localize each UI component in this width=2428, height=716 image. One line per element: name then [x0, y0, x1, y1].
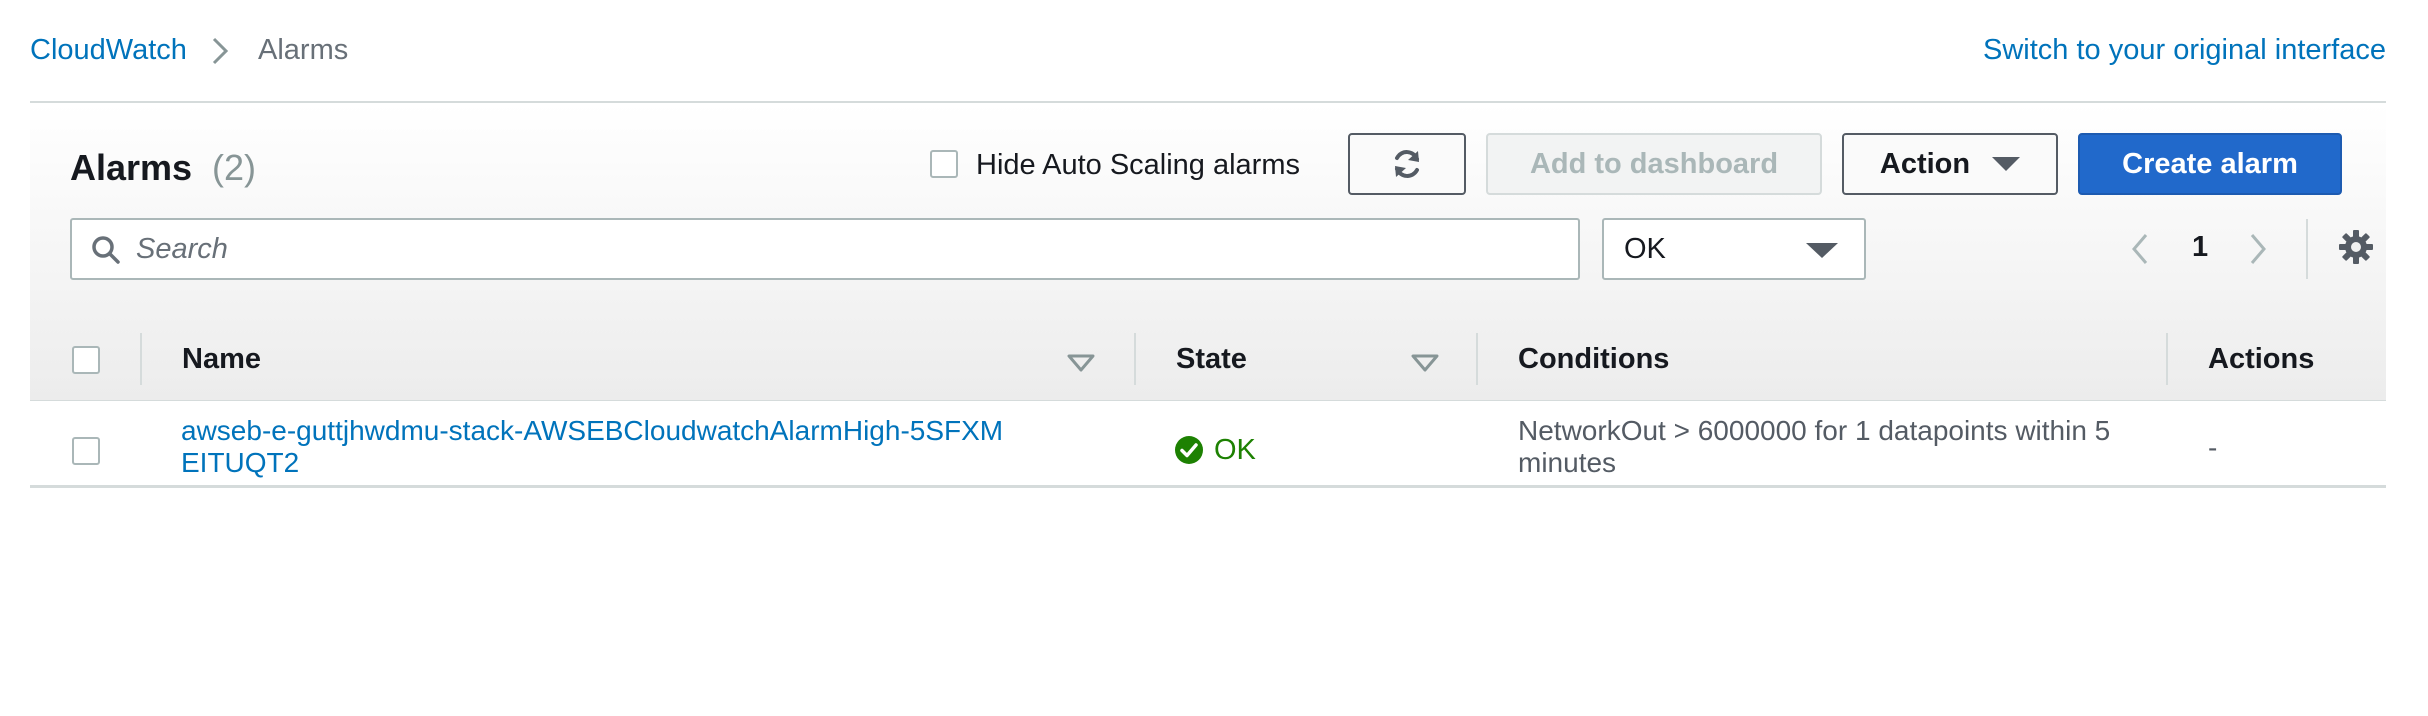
sort-down-icon[interactable]	[1066, 353, 1096, 373]
status-ok-icon	[1175, 436, 1203, 464]
alarm-actions: -	[2208, 432, 2218, 463]
add-to-dashboard-button[interactable]: Add to dashboard	[1486, 133, 1822, 195]
caret-down-icon	[1806, 243, 1838, 258]
action-label: Action	[1879, 147, 1971, 180]
page-title: Alarms	[70, 147, 193, 188]
column-divider	[2166, 333, 2168, 385]
action-dropdown-button[interactable]: Action	[1842, 133, 2058, 195]
switch-interface-link[interactable]: Switch to your original interface	[1983, 30, 2386, 70]
state-filter-value: OK	[1624, 233, 1666, 265]
search-field[interactable]	[70, 218, 1580, 280]
alarm-name-link[interactable]: awseb-e-guttjhwdmu-stack-AWSEBCloudwatch…	[181, 415, 1021, 479]
search-icon	[92, 236, 120, 264]
gear-icon[interactable]	[2338, 229, 2374, 265]
select-all-checkbox[interactable]	[72, 346, 100, 374]
alarm-state-text: OK	[1214, 434, 1256, 466]
caret-down-icon	[1992, 157, 2021, 171]
search-input[interactable]	[136, 228, 1556, 270]
page-number[interactable]: 1	[2192, 227, 2208, 267]
alarm-state: OK	[1174, 430, 1256, 470]
create-alarm-button[interactable]: Create alarm	[2078, 133, 2342, 195]
chevron-left-icon[interactable]	[2124, 229, 2156, 269]
alarm-count: (2)	[212, 147, 256, 188]
hide-autoscaling-checkbox[interactable]	[930, 150, 958, 178]
state-filter-select[interactable]: OK	[1602, 218, 1866, 280]
column-header-name[interactable]: Name	[182, 339, 261, 379]
chevron-right-icon[interactable]	[2242, 229, 2274, 269]
hide-autoscaling-label[interactable]: Hide Auto Scaling alarms	[976, 146, 1300, 184]
row-checkbox[interactable]	[72, 437, 100, 465]
column-header-actions: Actions	[2208, 343, 2315, 375]
refresh-button[interactable]	[1348, 133, 1466, 195]
alarms-panel: Alarms (2) Hide Auto Scaling alarms Add …	[30, 101, 2386, 488]
sort-down-icon[interactable]	[1410, 353, 1440, 373]
column-divider	[1134, 333, 1136, 385]
column-header-state[interactable]: State	[1176, 339, 1247, 379]
pagination-divider	[2306, 219, 2308, 279]
column-header-conditions: Conditions	[1518, 343, 1670, 375]
chevron-right-icon	[212, 37, 229, 65]
column-divider	[140, 333, 142, 385]
breadcrumb-cloudwatch[interactable]: CloudWatch	[30, 30, 187, 70]
column-divider	[1476, 333, 1478, 385]
breadcrumb-current: Alarms	[258, 34, 349, 66]
alarm-conditions: NetworkOut > 6000000 for 1 datapoints wi…	[1518, 415, 2111, 478]
refresh-icon	[1395, 150, 1419, 178]
